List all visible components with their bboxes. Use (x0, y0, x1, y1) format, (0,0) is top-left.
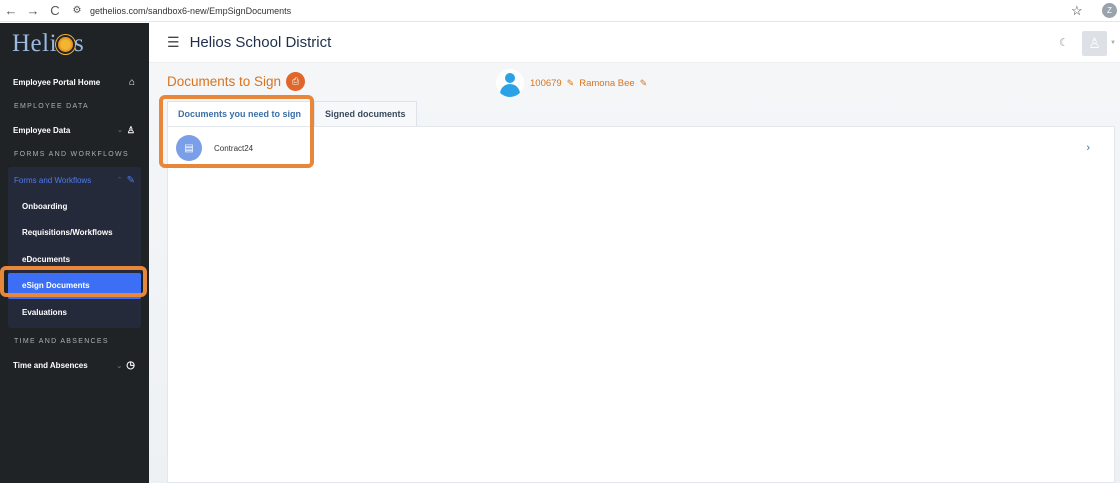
sun-icon (58, 36, 74, 52)
tab-signed-documents[interactable]: Signed documents (314, 101, 417, 126)
tab-documents-to-sign[interactable]: Documents you need to sign (167, 101, 313, 126)
user-icon: ♙ (1088, 35, 1101, 51)
section-employee-data: EMPLOYEE DATA (14, 102, 89, 110)
bookmark-star-icon[interactable]: ☆ (1071, 3, 1083, 19)
sidebar-item-time-and-absences[interactable]: Time and Absences ⌄ ◷ (0, 353, 149, 379)
sidebar-item-employee-data[interactable]: Employee Data ⌄ ♙ (0, 117, 149, 143)
sidebar-item-evaluations[interactable]: Evaluations (8, 299, 141, 326)
browser-profile-avatar[interactable]: Z (1102, 3, 1117, 18)
sidebar-item-requisitions-workflows[interactable]: Requisitions/Workflows (8, 220, 141, 247)
site-settings-icon[interactable]: ⚙ (70, 4, 84, 18)
sidebar-item-esign-documents[interactable]: eSign Documents (8, 272, 141, 299)
edit-employee-name-icon[interactable]: ✎ (640, 78, 648, 89)
sidebar-item-onboarding[interactable]: Onboarding (8, 193, 141, 220)
sidebar-item-label: Time and Absences (13, 361, 88, 370)
employee-id: 100679 (530, 77, 562, 89)
chevron-down-icon: ⌄ (116, 362, 123, 370)
forms-workflows-group: Forms and Workflows ⌃ ✎ Onboarding Requis… (8, 167, 141, 328)
home-icon: ⌂ (128, 76, 135, 88)
employee-name: Ramona Bee (579, 77, 635, 89)
document-icon: ▤ (176, 135, 202, 161)
document-name: Contract24 (214, 143, 254, 153)
section-time-and-absences: TIME AND ABSENCES (14, 338, 109, 345)
employee-info: 100679 ✎ Ramona Bee ✎ (496, 69, 652, 97)
edit-employee-id-icon[interactable]: ✎ (567, 78, 575, 89)
document-tabs: Documents you need to sign Signed docume… (167, 101, 417, 126)
chevron-up-icon: ⌃ (116, 177, 123, 184)
employee-avatar (496, 69, 524, 97)
chevron-right-icon[interactable]: › (1086, 142, 1090, 154)
back-icon[interactable]: ← (0, 0, 22, 22)
sidebar-item-label: Employee Data (13, 125, 71, 135)
user-icon: ♙ (126, 124, 135, 135)
url-text[interactable]: gethelios.com/sandbox6-new/EmpSignDocume… (90, 6, 291, 16)
reload-icon[interactable]: C (44, 0, 66, 22)
user-avatar-button[interactable]: ♙ (1082, 31, 1107, 56)
section-forms-and-workflows: FORMS AND WORKFLOWS (14, 150, 129, 158)
sidebar-item-edocuments[interactable]: eDocuments (8, 246, 141, 273)
sidebar-item-forms-and-workflows[interactable]: Forms and Workflows ⌃ ✎ (8, 167, 141, 193)
edit-icon: ✎ (126, 174, 135, 186)
sidebar: Heli s Employee Portal Home ⌂ EMPLOYEE DA… (0, 23, 149, 483)
menu-icon[interactable]: ☰ (167, 34, 180, 51)
browser-toolbar: ← → C ⚙ gethelios.com/sandbox6-new/EmpSi… (0, 0, 1120, 22)
clock-icon: ◷ (126, 360, 135, 371)
print-icon[interactable]: ⎙ (286, 72, 306, 91)
sidebar-item-label: Employee Portal Home (13, 77, 101, 87)
chevron-down-icon[interactable]: ▼ (1110, 40, 1116, 46)
main-content: Documents to Sign ⎙ 100679 ✎ Ramona Bee … (149, 63, 1120, 483)
sidebar-item-label: Forms and Workflows (14, 175, 92, 185)
app-header: ☰ Helios School District ☾ ♙ ▼ (149, 23, 1120, 63)
logo-text-left: Heli (12, 30, 58, 57)
dark-mode-icon[interactable]: ☾ (1059, 36, 1069, 49)
helios-logo[interactable]: Heli s (0, 23, 149, 65)
documents-panel: ▤ Contract24 › (167, 126, 1115, 483)
logo-text-right: s (74, 30, 85, 57)
forward-icon[interactable]: → (22, 0, 44, 22)
address-bar[interactable]: ⚙ gethelios.com/sandbox6-new/EmpSignDocu… (70, 2, 292, 20)
list-item[interactable]: ▤ Contract24 (176, 135, 253, 161)
sidebar-item-employee-portal-home[interactable]: Employee Portal Home ⌂ (0, 69, 149, 95)
page-title-text: Documents to Sign (167, 74, 282, 89)
chevron-down-icon: ⌄ (117, 127, 123, 134)
page-title: Documents to Sign ⎙ (167, 72, 306, 91)
district-title: Helios School District (189, 34, 332, 51)
